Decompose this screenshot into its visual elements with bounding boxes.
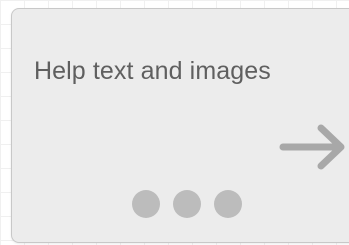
help-card: Help text and images	[11, 8, 349, 243]
arrow-right-icon	[279, 124, 345, 170]
pager-dots	[132, 190, 242, 218]
next-button[interactable]	[279, 122, 349, 172]
pager-dot[interactable]	[132, 190, 160, 218]
pager-dot[interactable]	[173, 190, 201, 218]
pager-dot[interactable]	[214, 190, 242, 218]
help-card-title: Help text and images	[34, 57, 271, 85]
